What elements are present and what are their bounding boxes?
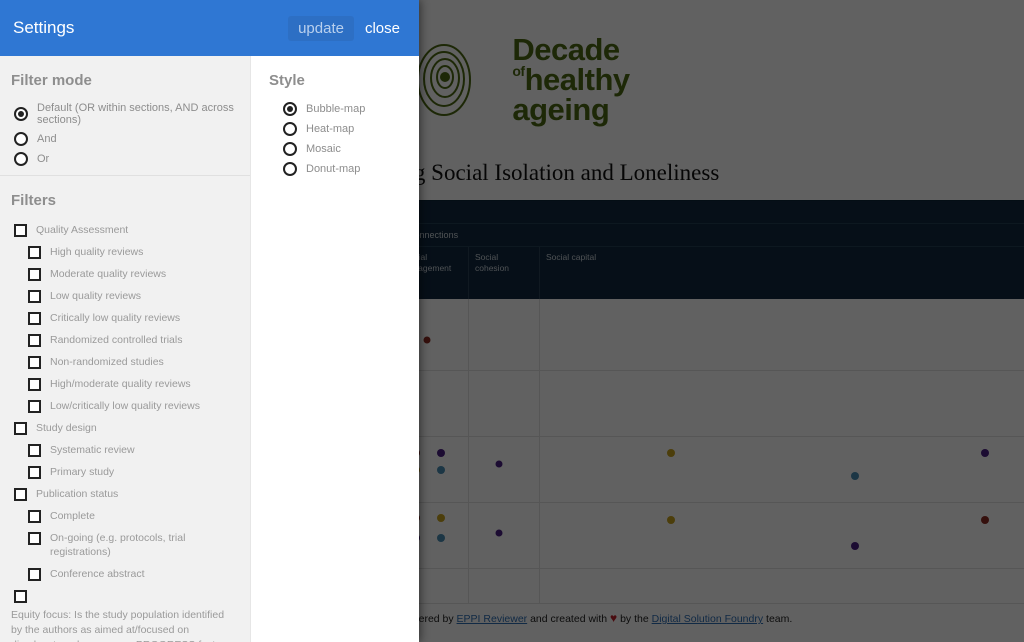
checkbox-icon[interactable] [28,400,41,413]
filter-item-6[interactable]: Non-randomized studies [0,351,250,373]
filter-item-label: Primary study [50,465,114,479]
filter-item-5[interactable]: Randomized controlled trials [0,329,250,351]
checkbox-icon[interactable] [28,466,41,479]
checkbox-icon[interactable] [28,246,41,259]
checkbox-icon[interactable] [28,510,41,523]
filter-mode-heading: Filter mode [0,56,250,99]
filter-item-15[interactable]: Conference abstract [0,563,250,585]
style-option-1[interactable]: Heat-map [269,119,419,139]
filter-item-label: Complete [50,509,95,523]
settings-title: Settings [13,18,288,38]
filter-mode-radio-group: Default (OR within sections, AND across … [0,99,250,169]
filter-item-label: Systematic review [50,443,135,457]
filter-item-10[interactable]: Systematic review [0,439,250,461]
checkbox-icon[interactable] [14,422,27,435]
checkbox-icon[interactable] [28,290,41,303]
filter-item-8[interactable]: Low/critically low quality reviews [0,395,250,417]
filter-item-label: Quality Assessment [36,223,128,237]
filters-heading: Filters [0,176,56,219]
filter-item-label: Moderate quality reviews [50,267,166,281]
checkbox-icon[interactable] [14,590,27,603]
filter-mode-option-label: Or [37,153,49,165]
style-radio-group: Bubble-map Heat-map Mosaic Donut-map [269,99,419,179]
filter-item-4[interactable]: Critically low quality reviews [0,307,250,329]
filter-item-7[interactable]: High/moderate quality reviews [0,373,250,395]
settings-dialog: Settings update close Filter mode Defaul… [0,0,419,642]
style-option-label: Heat-map [306,123,354,135]
checkbox-icon[interactable] [28,268,41,281]
checkbox-icon[interactable] [28,356,41,369]
checkbox-icon[interactable] [14,488,27,501]
style-option-label: Mosaic [306,143,341,155]
filter-item-equity-focus-label: Equity focus: Is the study population id… [0,607,250,642]
filter-item-label: Study design [36,421,97,435]
filter-item-equity-focus[interactable] [0,585,250,607]
filter-mode-option-label: And [37,133,57,145]
filter-item-label: Randomized controlled trials [50,333,182,347]
filter-item-label: Low quality reviews [50,289,141,303]
style-option-2[interactable]: Mosaic [269,139,419,159]
filter-item-13[interactable]: Complete [0,505,250,527]
filters-checkbox-list: Quality Assessment High quality reviews Mo… [0,219,250,642]
style-option-label: Donut-map [306,163,360,175]
filter-item-label: Critically low quality reviews [50,311,180,325]
style-option-radio-icon[interactable] [283,162,297,176]
checkbox-icon[interactable] [28,334,41,347]
filter-item-label: Publication status [36,487,118,501]
style-option-3[interactable]: Donut-map [269,159,419,179]
filter-item-3[interactable]: Low quality reviews [0,285,250,307]
filter-mode-option-radio-icon[interactable] [14,152,28,166]
filter-item-label: Low/critically low quality reviews [50,399,200,413]
filter-mode-option-1[interactable]: And [0,129,250,149]
close-button[interactable]: close [361,16,404,41]
filter-item-0[interactable]: Quality Assessment [0,219,250,241]
checkbox-icon[interactable] [28,568,41,581]
checkbox-icon[interactable] [14,224,27,237]
style-option-0[interactable]: Bubble-map [269,99,419,119]
filters-list-scroll[interactable]: Filters Clear Filter Quality Assessment H… [0,176,250,642]
checkbox-icon[interactable] [28,378,41,391]
filter-item-9[interactable]: Study design [0,417,250,439]
checkbox-icon[interactable] [28,532,41,545]
filter-item-11[interactable]: Primary study [0,461,250,483]
checkbox-icon[interactable] [28,312,41,325]
filter-item-14[interactable]: On-going (e.g. protocols, trial registra… [0,527,250,563]
filters-heading-row: Filters Clear Filter [0,176,250,219]
filter-item-label: On-going (e.g. protocols, trial registra… [50,531,244,559]
settings-header: Settings update close [0,0,419,56]
checkbox-icon[interactable] [28,444,41,457]
filter-mode-option-2[interactable]: Or [0,149,250,169]
style-option-radio-icon[interactable] [283,122,297,136]
filter-item-1[interactable]: High quality reviews [0,241,250,263]
style-panel: Style Bubble-map Heat-map Mosaic Donut-map [250,56,419,642]
filter-mode-option-label: Default (OR within sections, AND across … [37,102,250,126]
filter-mode-option-radio-icon[interactable] [14,107,28,121]
filter-item-label: Non-randomized studies [50,355,164,369]
filter-item-label: High quality reviews [50,245,143,259]
update-button[interactable]: update [288,16,354,41]
filter-mode-option-0[interactable]: Default (OR within sections, AND across … [0,99,250,129]
style-heading: Style [269,72,419,99]
style-option-radio-icon[interactable] [283,102,297,116]
filter-mode-option-radio-icon[interactable] [14,132,28,146]
filter-item-label: High/moderate quality reviews [50,377,191,391]
filters-panel: Filter mode Default (OR within sections,… [0,56,250,642]
filter-item-label: Conference abstract [50,567,145,581]
style-option-label: Bubble-map [306,103,365,115]
style-option-radio-icon[interactable] [283,142,297,156]
filter-item-2[interactable]: Moderate quality reviews [0,263,250,285]
settings-body: Filter mode Default (OR within sections,… [0,56,419,642]
filter-item-12[interactable]: Publication status [0,483,250,505]
